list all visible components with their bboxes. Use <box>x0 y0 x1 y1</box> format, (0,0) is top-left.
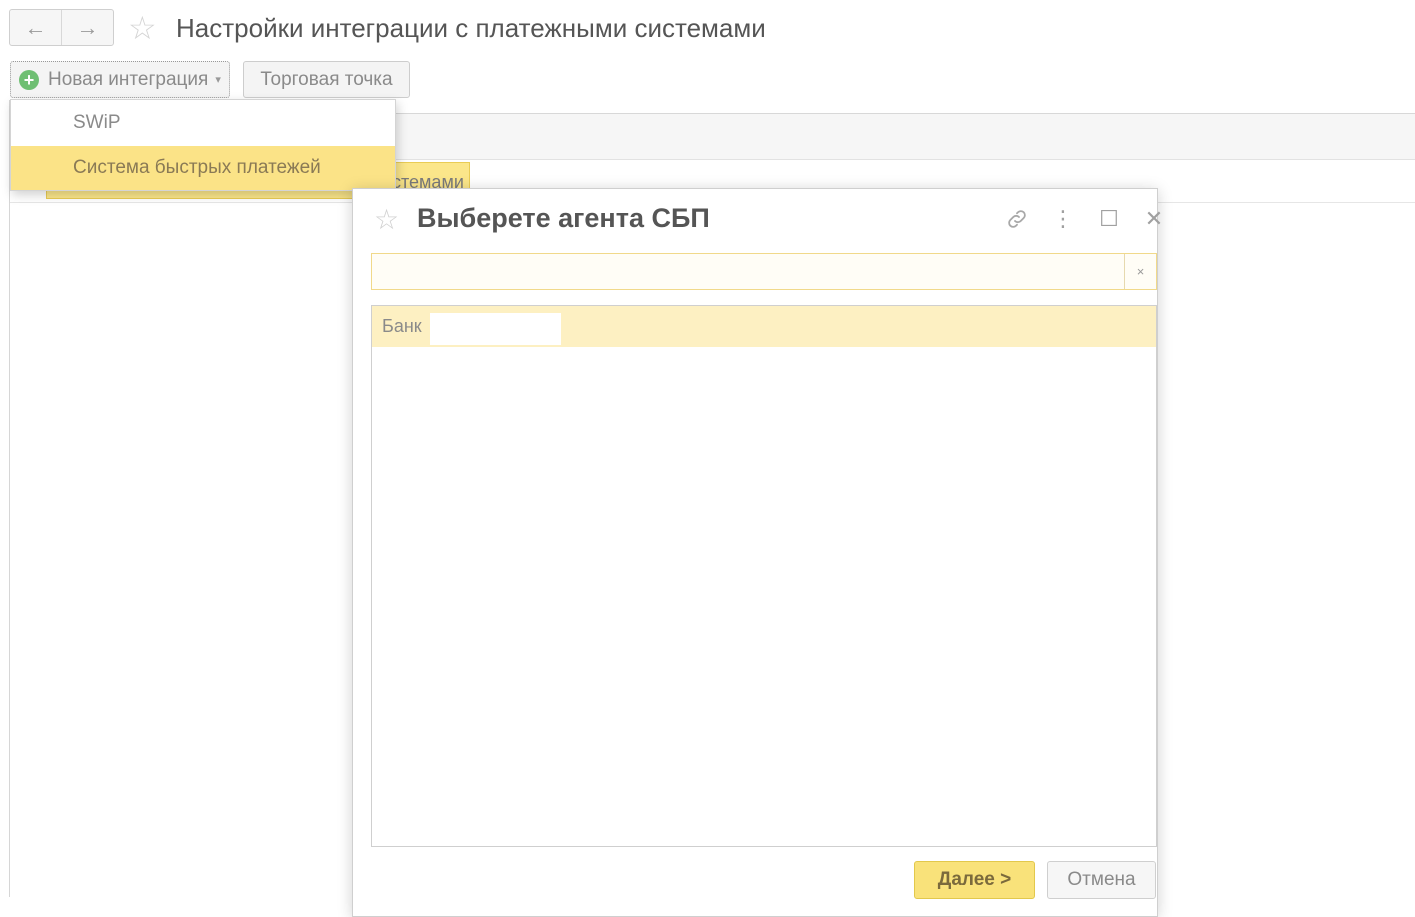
search-clear-icon[interactable]: × <box>1124 254 1156 289</box>
list-item-label: Банк <box>382 316 422 336</box>
back-arrow-icon: ← <box>24 14 47 40</box>
plus-circle-icon: + <box>19 69 39 90</box>
agent-list <box>371 305 1157 847</box>
maximize-icon[interactable]: ☐ <box>1092 202 1126 236</box>
next-button[interactable]: Далее > <box>914 861 1035 899</box>
history-nav: ← → <box>9 9 114 46</box>
search-input[interactable] <box>371 253 1157 290</box>
favorite-star-icon[interactable]: ☆ <box>128 10 157 46</box>
new-integration-button[interactable]: + Новая интеграция ▾ <box>10 61 230 98</box>
back-button[interactable]: ← <box>10 10 61 45</box>
new-integration-label: Новая интеграция <box>48 68 209 90</box>
chevron-down-icon: ▾ <box>215 74 221 86</box>
page-title: Настройки интеграции с платежными систем… <box>176 13 766 43</box>
list-item-value[interactable] <box>430 313 561 345</box>
trade-point-button[interactable]: Торговая точка <box>243 61 410 98</box>
more-actions-icon[interactable]: ⋮ <box>1046 202 1080 236</box>
dialog-favorite-star-icon[interactable]: ☆ <box>374 203 399 236</box>
cancel-button[interactable]: Отмена <box>1047 861 1156 899</box>
dialog-title: Выберете агента СБП <box>417 203 710 233</box>
link-icon[interactable] <box>1000 202 1034 236</box>
new-integration-dropdown: SWiP Система быстрых платежей <box>10 99 396 191</box>
list-left-border <box>9 100 10 897</box>
menu-item-sbp[interactable]: Система быстрых платежей <box>11 146 395 190</box>
menu-item-swip[interactable]: SWiP <box>11 101 395 145</box>
close-icon[interactable]: ✕ <box>1137 202 1171 236</box>
forward-button[interactable]: → <box>61 10 113 45</box>
forward-arrow-icon: → <box>76 14 99 40</box>
